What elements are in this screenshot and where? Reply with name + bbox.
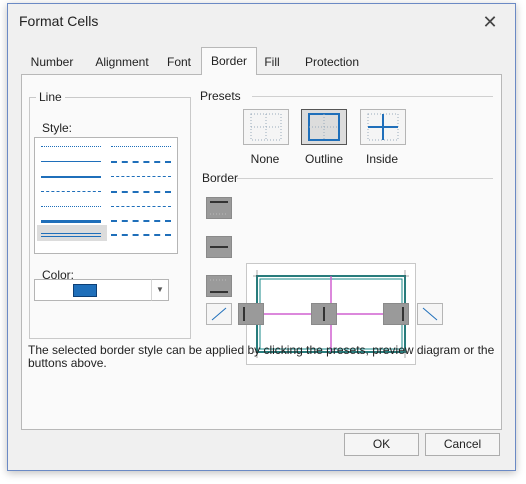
- tab-fill[interactable]: Fill: [257, 50, 287, 74]
- preset-inside-icon: [367, 113, 399, 141]
- border-diagonal-down-button[interactable]: [417, 303, 443, 325]
- line-style-double[interactable]: [41, 233, 101, 237]
- line-style-medium-dash-dot[interactable]: [111, 191, 171, 193]
- border-bottom-icon: [210, 279, 228, 293]
- border-middle-icon: [210, 246, 228, 248]
- tab-font[interactable]: Font: [161, 50, 197, 74]
- border-middle-button[interactable]: [206, 236, 232, 258]
- preset-inside-label: Inside: [365, 152, 399, 166]
- preset-none-icon: [250, 113, 282, 141]
- border-diagonal-up-button[interactable]: [206, 303, 232, 325]
- tab-protection[interactable]: Protection: [289, 50, 375, 74]
- line-style-dash-dot-dot[interactable]: [111, 206, 171, 207]
- cancel-button[interactable]: Cancel: [425, 433, 500, 456]
- format-cells-dialog: Format Cells ✕ Number Alignment Font Bor…: [7, 3, 516, 471]
- color-picker[interactable]: [34, 279, 153, 301]
- dialog-title: Format Cells: [19, 13, 99, 29]
- line-style-thin[interactable]: [41, 161, 101, 162]
- border-separator: [237, 178, 493, 179]
- border-tab-panel: Line Style: Color: ▼ Presets None Outlin…: [21, 74, 502, 430]
- preset-outline-button[interactable]: [301, 109, 347, 145]
- preset-inside-button[interactable]: [360, 109, 406, 145]
- border-right-icon: [402, 307, 404, 321]
- tab-number[interactable]: Number: [21, 50, 83, 74]
- line-style-dashed[interactable]: [41, 191, 101, 192]
- line-style-list[interactable]: [34, 137, 178, 254]
- border-top-button[interactable]: [206, 197, 232, 219]
- line-style-hair[interactable]: [41, 146, 101, 147]
- border-center-icon: [323, 307, 325, 321]
- line-style-thick[interactable]: [41, 220, 101, 223]
- line-group-label: Line: [36, 90, 65, 104]
- chevron-down-icon[interactable]: ▼: [151, 279, 169, 301]
- presets-label: Presets: [200, 89, 241, 103]
- line-style-dotted-fine[interactable]: [111, 146, 171, 147]
- color-swatch: [73, 284, 97, 297]
- border-center-button[interactable]: [311, 303, 337, 325]
- border-label: Border: [202, 171, 239, 185]
- preset-none-button[interactable]: [243, 109, 289, 145]
- preset-outline-icon: [308, 113, 340, 141]
- border-left-button[interactable]: [238, 303, 264, 325]
- line-style-medium-dashed[interactable]: [111, 161, 171, 163]
- tab-alignment[interactable]: Alignment: [85, 50, 159, 74]
- line-style-medium[interactable]: [41, 176, 101, 178]
- ok-button[interactable]: OK: [344, 433, 419, 456]
- help-note: The selected border style can be applied…: [28, 343, 495, 370]
- diagonal-down-icon: [422, 307, 438, 321]
- close-icon[interactable]: ✕: [478, 10, 502, 34]
- tab-border[interactable]: Border: [201, 47, 257, 75]
- border-bottom-button[interactable]: [206, 275, 232, 297]
- border-left-icon: [243, 307, 245, 321]
- line-style-slant-dash-dot[interactable]: [111, 234, 171, 236]
- border-top-icon: [210, 201, 228, 215]
- presets-separator: [252, 96, 493, 97]
- border-right-button[interactable]: [383, 303, 409, 325]
- title-bar: Format Cells ✕: [8, 4, 515, 40]
- line-style-dash-dot[interactable]: [111, 176, 171, 177]
- line-style-medium-dash-dot-dot[interactable]: [111, 220, 171, 222]
- diagonal-up-icon: [211, 307, 227, 321]
- style-label: Style:: [42, 121, 73, 135]
- line-style-dotted[interactable]: [41, 206, 101, 207]
